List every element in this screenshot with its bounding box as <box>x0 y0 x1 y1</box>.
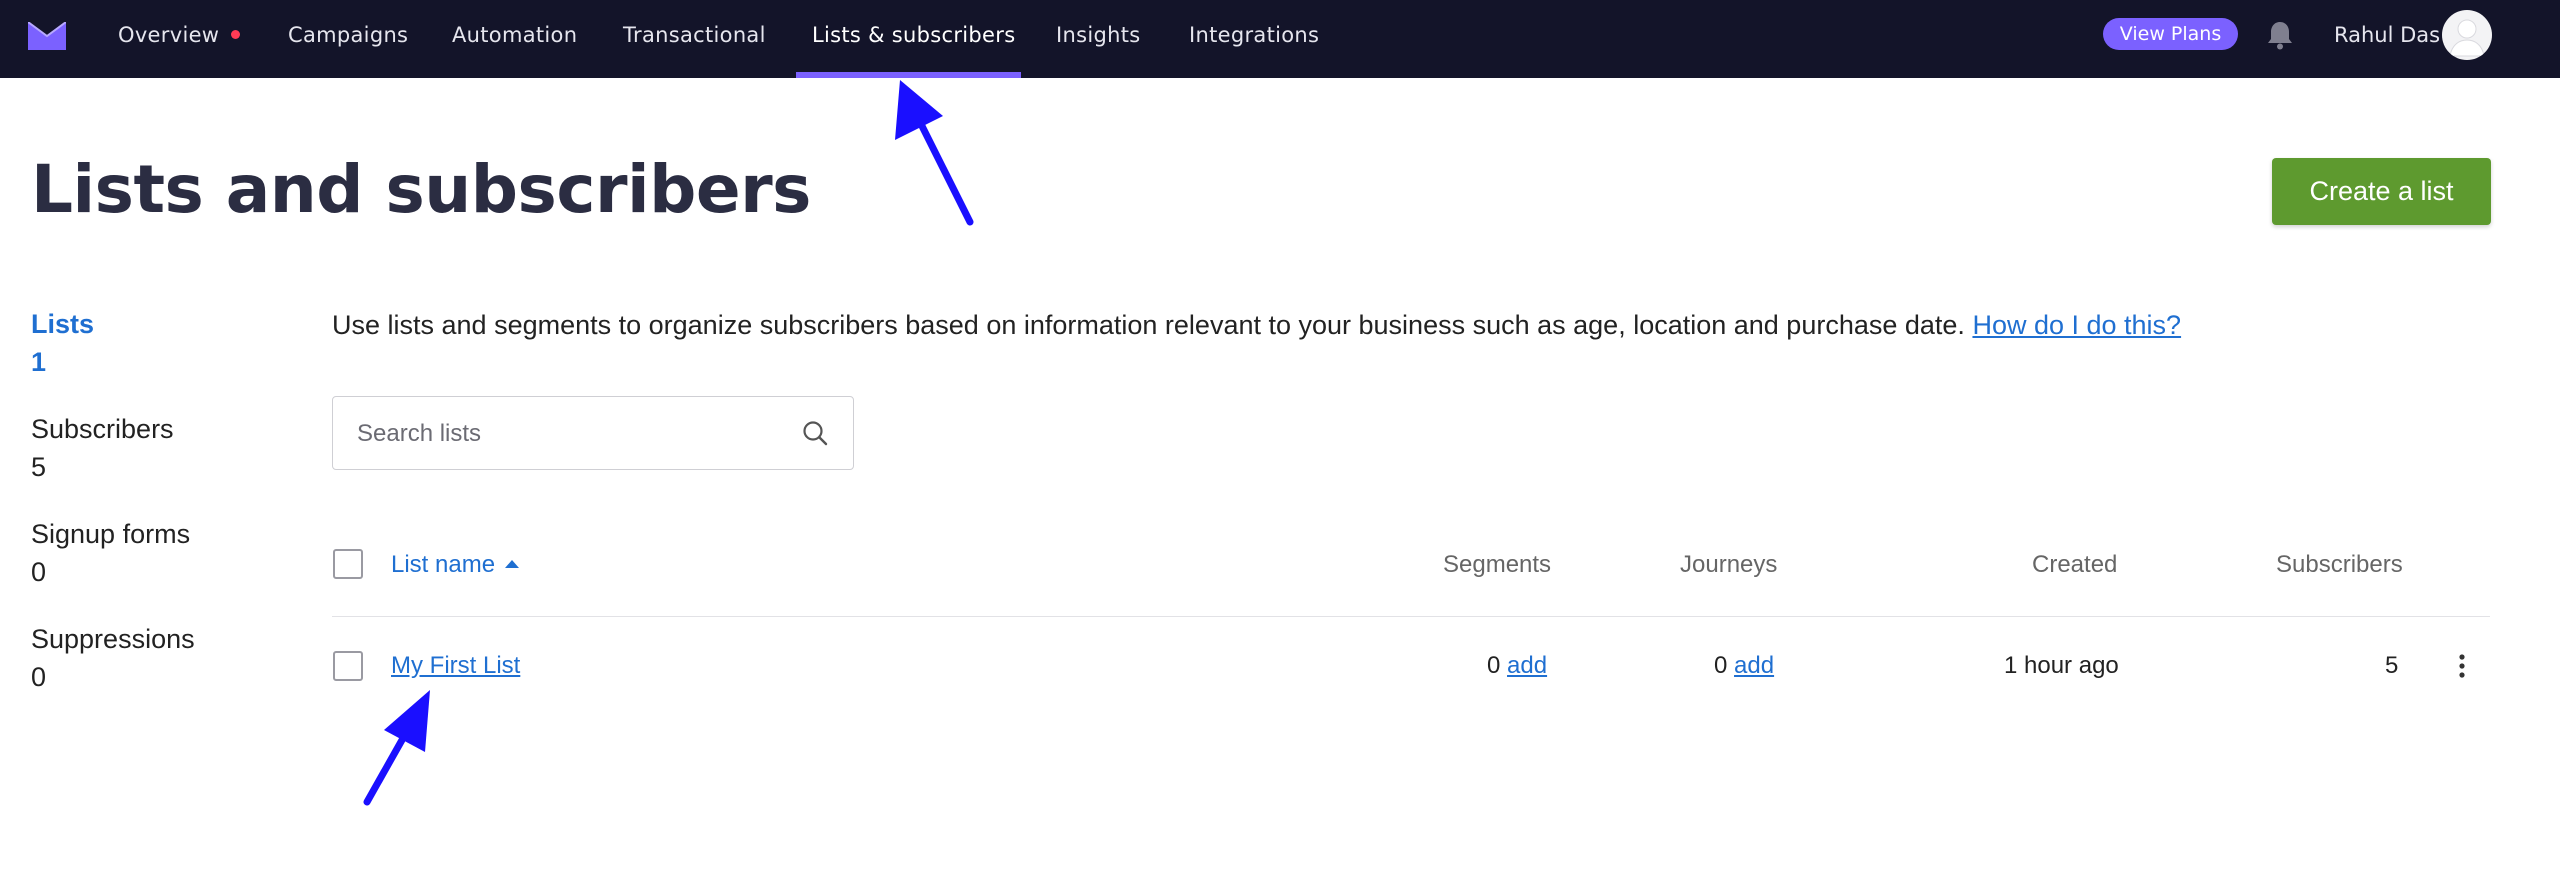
column-header-segments: Segments <box>1443 551 1552 578</box>
list-name-link[interactable]: My First List <box>391 649 520 683</box>
nav-overview[interactable]: Overview <box>118 0 241 78</box>
column-header-journeys: Journeys <box>1680 551 1778 578</box>
journeys-cell: 0 add <box>1714 649 1774 683</box>
subscribers-cell: 5 <box>2385 652 2399 679</box>
view-plans-button[interactable]: View Plans <box>2103 18 2238 50</box>
stat-suppressions[interactable]: Suppressions 0 <box>31 620 195 696</box>
nav-campaigns[interactable]: Campaigns <box>288 0 408 78</box>
nav-integrations[interactable]: Integrations <box>1189 0 1319 78</box>
sort-up-icon <box>505 559 520 568</box>
nav-overview-label: Overview <box>118 23 220 47</box>
intro-description: Use lists and segments to organize subsc… <box>332 310 1965 340</box>
help-link[interactable]: How do I do this? <box>1972 310 2181 340</box>
mail-logo-icon[interactable] <box>28 22 66 50</box>
stat-subscribers-value: 5 <box>31 452 47 482</box>
row-checkbox[interactable] <box>333 651 363 681</box>
stat-subscribers[interactable]: Subscribers 5 <box>31 410 174 486</box>
table-divider <box>332 616 2490 617</box>
journeys-count: 0 <box>1714 652 1728 679</box>
column-header-list-name[interactable]: List name <box>391 548 520 582</box>
create-list-button[interactable]: Create a list <box>2272 158 2491 225</box>
notification-dot <box>231 29 241 39</box>
stat-subscribers-label: Subscribers <box>31 414 174 444</box>
nav-lists-subscribers[interactable]: Lists & subscribers <box>812 0 1015 78</box>
stat-signup-forms[interactable]: Signup forms 0 <box>31 515 190 591</box>
stat-lists[interactable]: Lists 1 <box>31 305 94 381</box>
add-segment-link[interactable]: add <box>1507 652 1547 679</box>
stat-lists-label: Lists <box>31 309 95 339</box>
top-navigation: Overview Campaigns Automation Transactio… <box>0 0 2560 78</box>
segments-cell: 0 add <box>1487 649 1547 683</box>
active-tab-indicator <box>796 72 1021 78</box>
search-icon[interactable] <box>801 419 829 447</box>
nav-transactional[interactable]: Transactional <box>623 0 766 78</box>
user-name[interactable]: Rahul Das <box>2334 0 2440 70</box>
nav-automation[interactable]: Automation <box>452 0 577 78</box>
search-input[interactable] <box>355 397 779 470</box>
column-header-list-name-label: List name <box>391 551 496 578</box>
more-vertical-icon[interactable] <box>2454 652 2470 680</box>
select-all-checkbox[interactable] <box>333 549 363 579</box>
search-box <box>332 396 854 470</box>
intro-text: Use lists and segments to organize subsc… <box>332 305 2181 345</box>
stat-lists-value: 1 <box>31 347 47 377</box>
bell-icon[interactable] <box>2266 20 2294 50</box>
add-journey-link[interactable]: add <box>1734 652 1774 679</box>
avatar[interactable] <box>2442 10 2492 60</box>
stat-suppressions-label: Suppressions <box>31 624 195 654</box>
stat-signup-forms-value: 0 <box>31 557 47 587</box>
segments-count: 0 <box>1487 652 1501 679</box>
page-title: Lists and subscribers <box>31 151 811 228</box>
created-cell: 1 hour ago <box>2004 652 2119 679</box>
column-header-subscribers: Subscribers <box>2276 551 2403 578</box>
nav-insights[interactable]: Insights <box>1056 0 1141 78</box>
stat-suppressions-value: 0 <box>31 662 47 692</box>
stat-signup-forms-label: Signup forms <box>31 519 191 549</box>
column-header-created: Created <box>2032 551 2118 578</box>
avatar-icon <box>2449 19 2485 57</box>
